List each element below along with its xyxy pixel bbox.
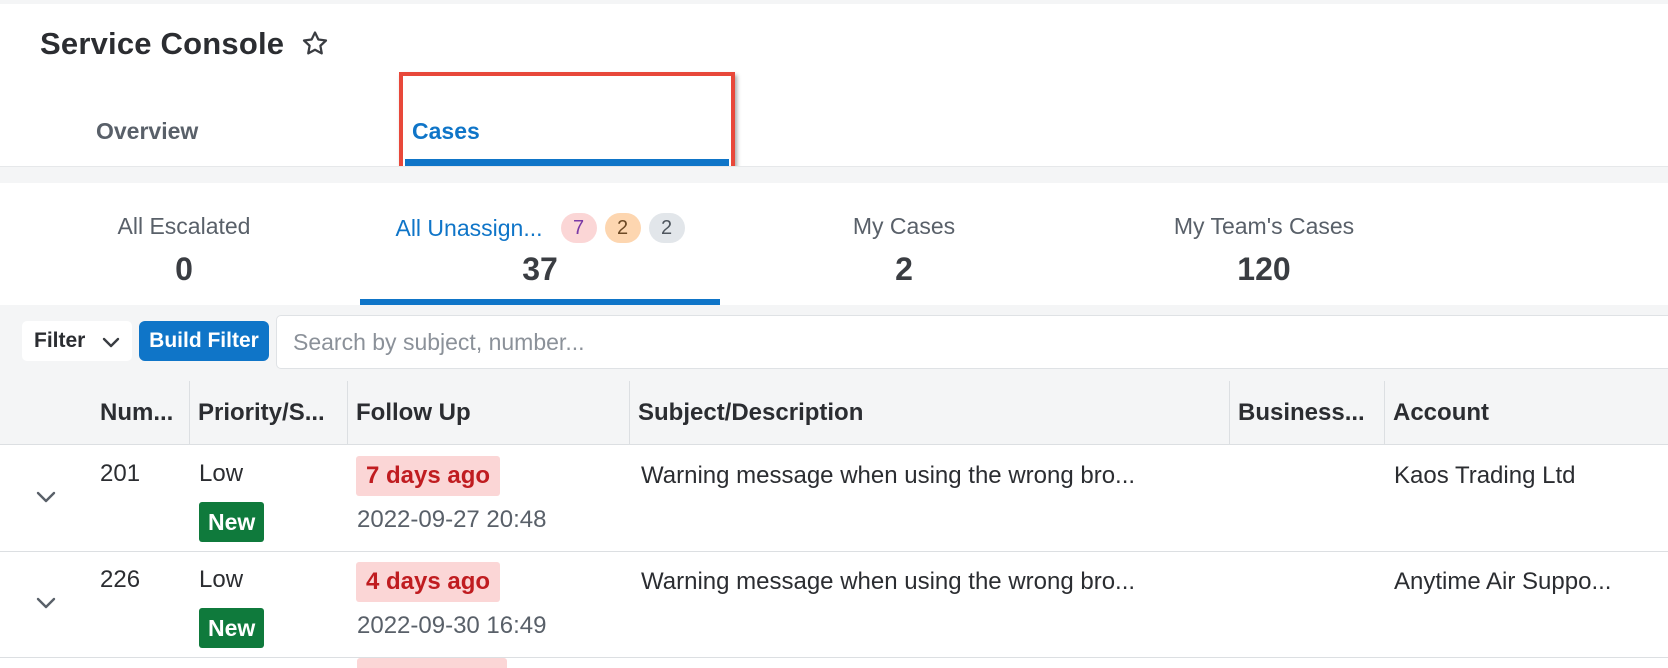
subtab-count: 0 xyxy=(175,251,193,287)
section-divider xyxy=(0,166,1668,183)
case-priority: Low xyxy=(199,460,244,487)
case-account[interactable]: Kaos Trading Ltd xyxy=(1394,462,1575,490)
subtab-my-cases[interactable]: My Cases 2 xyxy=(724,183,1084,305)
subtab-my-teams-cases[interactable]: My Team's Cases 120 xyxy=(1084,183,1444,305)
tab-cases[interactable]: Cases xyxy=(405,96,729,166)
chevron-down-icon xyxy=(100,333,122,357)
case-priority: Low xyxy=(199,566,244,593)
count-badge-purple: 7 xyxy=(560,213,597,243)
column-header-priority-status[interactable]: Priority/S... xyxy=(190,381,348,445)
table-row[interactable]: 226 Low New 4 days ago 2022-09-30 16:49 … xyxy=(0,552,1668,658)
subtab-label: My Team's Cases xyxy=(1173,213,1355,239)
followup-overdue-badge: 4 days ago xyxy=(356,562,501,602)
filter-dropdown-label: Filter xyxy=(34,329,86,352)
case-account[interactable]: Anytime Air Suppo... xyxy=(1394,568,1611,596)
status-badge: New xyxy=(199,608,265,648)
column-header-account[interactable]: Account xyxy=(1385,381,1668,445)
filter-bar: Filter Build Filter xyxy=(0,305,1668,381)
page-title: Service Console xyxy=(40,26,285,61)
count-badge-orange: 2 xyxy=(604,213,641,243)
subtab-count: 37 xyxy=(522,251,558,287)
column-header-business[interactable]: Business... xyxy=(1230,381,1385,445)
page-header: Service Console xyxy=(40,24,330,64)
case-subject[interactable]: Warning message when using the wrong bro… xyxy=(641,462,1135,490)
tab-label: Cases xyxy=(412,117,480,144)
followup-date: 2022-09-30 16:49 xyxy=(357,612,547,639)
subtab-label: All Unassign... xyxy=(395,214,543,241)
table-row[interactable]: 201 Low New 7 days ago 2022-09-27 20:48 … xyxy=(0,446,1668,552)
column-header-follow-up[interactable]: Follow Up xyxy=(348,381,630,445)
column-header-number[interactable]: Num... xyxy=(92,381,190,445)
main-tabs: Overview Cases xyxy=(0,96,1668,166)
subtab-label-row: All Unassign... 7 2 2 xyxy=(360,213,720,243)
chevron-down-icon[interactable] xyxy=(34,488,58,511)
build-filter-button[interactable]: Build Filter xyxy=(139,321,269,361)
subtab-all-unassigned[interactable]: All Unassign... 7 2 2 37 xyxy=(360,183,720,305)
status-badge: New xyxy=(199,502,265,542)
subtab-label: My Cases xyxy=(852,213,956,239)
subtab-label-group: All Unassign... 7 2 2 xyxy=(395,213,685,243)
tab-label: Overview xyxy=(96,117,199,144)
case-subject[interactable]: Warning message when using the wrong bro… xyxy=(641,568,1135,596)
subtab-label: All Escalated xyxy=(117,213,251,239)
case-list-tabs: All Escalated 0 All Unassign... 7 2 2 37… xyxy=(0,183,1668,305)
followup-overdue-badge: 7 days ago xyxy=(356,456,501,496)
subtab-count: 2 xyxy=(895,251,913,287)
followup-date: 2022-09-27 20:48 xyxy=(357,506,547,533)
subtab-count: 120 xyxy=(1237,251,1291,287)
count-badge-gray: 2 xyxy=(648,213,685,243)
filter-dropdown[interactable]: Filter xyxy=(22,321,132,361)
tab-overview[interactable]: Overview xyxy=(96,96,198,166)
subtab-all-escalated[interactable]: All Escalated 0 xyxy=(4,183,364,305)
case-number[interactable]: 226 xyxy=(100,566,140,594)
chevron-down-icon[interactable] xyxy=(34,594,58,617)
search-input[interactable] xyxy=(276,315,1668,369)
table-header: Num... Priority/S... Follow Up Subject/D… xyxy=(0,381,1668,445)
column-header-subject[interactable]: Subject/Description xyxy=(630,381,1230,445)
star-outline-icon[interactable] xyxy=(300,29,330,59)
top-strip xyxy=(0,0,1668,4)
case-number[interactable]: 201 xyxy=(100,460,140,488)
next-row-followup-badge xyxy=(357,658,507,668)
